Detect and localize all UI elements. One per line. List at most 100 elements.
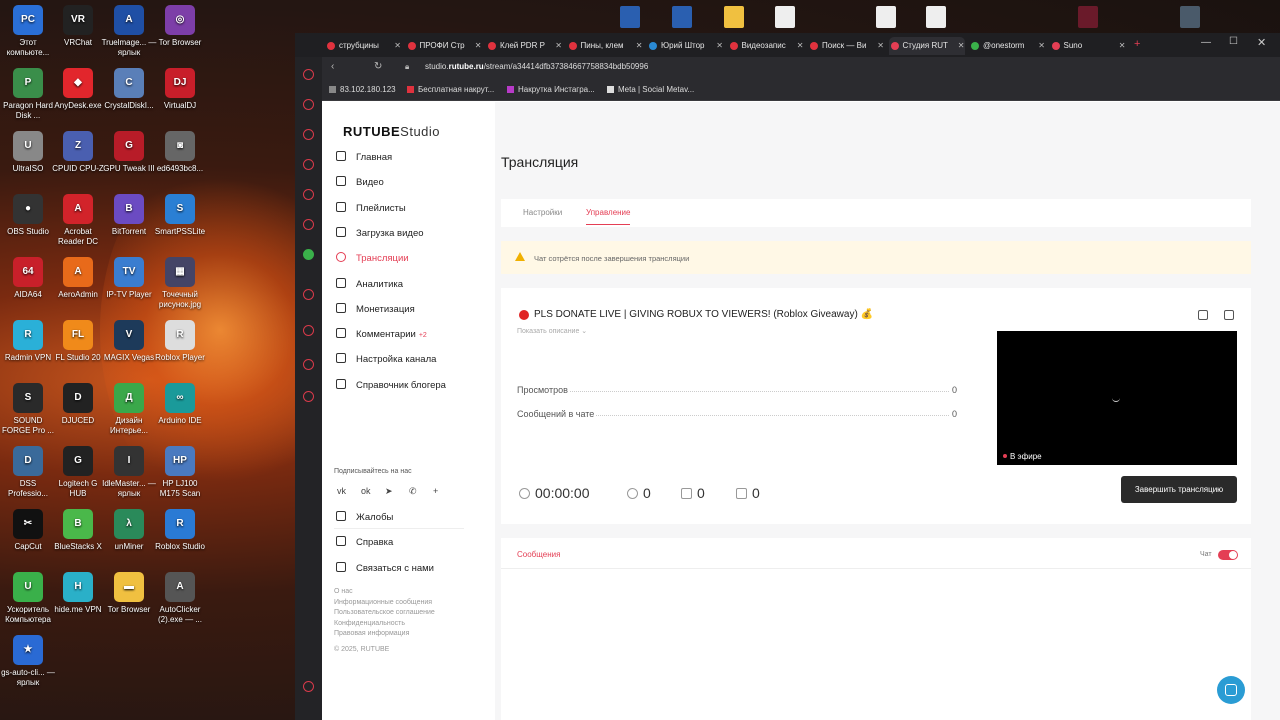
tab-control[interactable]: Управление xyxy=(586,208,631,225)
desktop-icon[interactable]: ◎ Tor Browser xyxy=(152,5,208,48)
desktop-icon[interactable]: ● OBS Studio xyxy=(0,194,56,237)
sidebar-item[interactable]: Загрузка видео xyxy=(336,225,424,243)
file-icon[interactable] xyxy=(876,6,896,28)
desktop-icon[interactable]: B BitTorrent xyxy=(101,194,157,237)
close-tab-icon[interactable]: ✕ xyxy=(394,37,401,55)
desktop-icon[interactable]: I IdleMaster... — ярлык xyxy=(101,446,157,499)
sidebar-bottom-item[interactable]: Жалобы xyxy=(336,509,393,527)
desktop-icon[interactable]: HP HP LJ100 M175 Scan xyxy=(152,446,208,499)
close-tab-icon[interactable]: ✕ xyxy=(636,37,643,55)
browser-tab[interactable]: Поиск — Ви ✕ xyxy=(808,37,884,55)
browser-tab[interactable]: Suno ✕ xyxy=(1050,37,1126,55)
desktop-icon[interactable]: A Acrobat Reader DC xyxy=(50,194,106,247)
desktop-icon[interactable]: ◙ ed6493bc8... xyxy=(152,131,208,174)
app-icon[interactable] xyxy=(1180,6,1200,28)
vk-icon[interactable]: vk xyxy=(337,486,346,496)
tab-settings[interactable]: Настройки xyxy=(523,208,562,217)
desktop-icon[interactable]: V MAGIX Vegas xyxy=(101,320,157,363)
sidebar-app-icon[interactable] xyxy=(303,219,314,230)
desktop-icon[interactable]: ∞ Arduino IDE xyxy=(152,383,208,426)
support-chat-button[interactable] xyxy=(1217,676,1245,704)
sidebar-app-icon[interactable] xyxy=(303,129,314,140)
url-field[interactable]: studio.rutube.ru/stream/a34414dfb3738466… xyxy=(425,62,648,71)
bookmark[interactable]: Meta | Social Metav... xyxy=(607,85,694,94)
close-tab-icon[interactable]: ✕ xyxy=(1038,37,1045,55)
telegram-icon[interactable]: ➤ xyxy=(385,486,393,497)
show-description-link[interactable]: Показать описание ⌄ xyxy=(517,327,587,335)
desktop-icon[interactable]: R Roblox Studio xyxy=(152,509,208,552)
desktop-icon[interactable]: A Truelmage... — ярлык xyxy=(101,5,157,58)
footer-link[interactable]: © 2025, RUTUBE xyxy=(334,645,435,656)
sidebar-item[interactable]: Главная xyxy=(336,149,392,167)
file-icon[interactable] xyxy=(775,6,795,28)
browser-tab[interactable]: струбцины ✕ xyxy=(325,37,401,55)
sidebar-app-icon[interactable] xyxy=(303,325,314,336)
browser-tab[interactable]: Пины, клем ✕ xyxy=(567,37,643,55)
desktop-icon[interactable]: ✂ CapCut xyxy=(0,509,56,552)
desktop-icon[interactable]: U Ускоритель Компьютера xyxy=(0,572,56,625)
desktop-icon[interactable]: VR VRChat xyxy=(50,5,106,48)
close-tab-icon[interactable]: ✕ xyxy=(877,37,884,55)
game-icon[interactable] xyxy=(1078,6,1098,28)
rutube-studio-logo[interactable]: RUTUBEStudio xyxy=(343,124,440,139)
browser-tab[interactable]: Юрий Штор ✕ xyxy=(647,37,723,55)
desktop-icon[interactable]: ◆ AnyDesk.exe xyxy=(50,68,106,111)
desktop-icon[interactable]: P Paragon Hard Disk ... xyxy=(0,68,56,121)
desktop-icon[interactable]: R Radmin VPN xyxy=(0,320,56,363)
desktop-icon[interactable]: D DSS Professio... xyxy=(0,446,56,499)
back-icon[interactable]: ‹ xyxy=(331,61,334,72)
desktop-icon[interactable]: PC Этот компьюте... xyxy=(0,5,56,58)
minimize-icon[interactable]: — xyxy=(1201,37,1211,48)
sidebar-item[interactable]: Монетизация xyxy=(336,301,415,319)
sidebar-app-icon[interactable] xyxy=(303,289,314,300)
file-icon[interactable] xyxy=(926,6,946,28)
bookmark[interactable]: 83.102.180.123 xyxy=(329,85,396,94)
browser-tab[interactable]: Видеозапис ✕ xyxy=(728,37,804,55)
desktop-icon[interactable]: ▦ Точечный рисунок.jpg xyxy=(152,257,208,310)
open-external-icon[interactable] xyxy=(1224,310,1234,320)
sidebar-item[interactable]: Плейлисты xyxy=(336,200,406,218)
desktop-icon[interactable]: ★ gs-auto-cli... — ярлык xyxy=(0,635,56,688)
footer-link[interactable]: Конфиденциальность xyxy=(334,619,435,630)
ok-icon[interactable]: ok xyxy=(361,486,371,496)
maximize-icon[interactable]: ☐ xyxy=(1229,36,1238,47)
sidebar-item[interactable]: Настройка канала xyxy=(336,351,436,369)
reload-icon[interactable]: ↻ xyxy=(374,61,382,72)
desktop-icon[interactable]: FL FL Studio 20 xyxy=(50,320,106,363)
more-icon[interactable]: + xyxy=(433,486,438,496)
new-tab-icon[interactable]: + xyxy=(1134,38,1140,50)
browser-tab[interactable]: Клей PDR Р ✕ xyxy=(486,37,562,55)
close-window-icon[interactable]: ✕ xyxy=(1257,36,1266,49)
desktop-icon[interactable]: A AutoClicker (2).exe — ... xyxy=(152,572,208,625)
desktop-icon[interactable]: Д Дизайн Интерье... xyxy=(101,383,157,436)
messages-tab[interactable]: Сообщения xyxy=(517,550,560,559)
desktop-icon[interactable]: S SOUND FORGE Pro ... xyxy=(0,383,56,436)
desktop-icon[interactable]: DJ VirtualDJ xyxy=(152,68,208,111)
sidebar-bottom-item[interactable]: Связаться с нами xyxy=(336,560,434,578)
sidebar-app-icon[interactable] xyxy=(303,391,314,402)
desktop-icon[interactable]: λ unMiner xyxy=(101,509,157,552)
desktop-icon[interactable]: S SmartPSSLite xyxy=(152,194,208,237)
close-tab-icon[interactable]: ✕ xyxy=(475,37,482,55)
sidebar-item[interactable]: Справочник блогера xyxy=(336,377,446,395)
viber-icon[interactable]: ✆ xyxy=(409,486,417,497)
footer-link[interactable]: Правовая информация xyxy=(334,629,435,640)
desktop-icon[interactable]: Hhide.me VPN xyxy=(50,572,106,615)
desktop-icon[interactable]: R Roblox Player xyxy=(152,320,208,363)
close-tab-icon[interactable]: ✕ xyxy=(797,37,804,55)
close-tab-icon[interactable]: ✕ xyxy=(958,37,965,55)
sidebar-app-icon[interactable] xyxy=(303,99,314,110)
footer-link[interactable]: Информационные сообщения xyxy=(334,598,435,609)
bookmark[interactable]: Накрутка Инстагра... xyxy=(507,85,595,94)
word-doc-icon[interactable] xyxy=(672,6,692,28)
footer-link[interactable]: О нас xyxy=(334,587,435,598)
desktop-icon[interactable]: Z CPUID CPU-Z xyxy=(50,131,106,174)
footer-link[interactable]: Пользовательское соглашение xyxy=(334,608,435,619)
chat-toggle[interactable] xyxy=(1218,550,1238,560)
browser-tab[interactable]: @onestorm ✕ xyxy=(969,37,1045,55)
close-tab-icon[interactable]: ✕ xyxy=(555,37,562,55)
browser-tab[interactable]: ПРОФИ Стр ✕ xyxy=(406,37,482,55)
desktop-icon[interactable]: G GPU Tweak III xyxy=(101,131,157,174)
close-tab-icon[interactable]: ✕ xyxy=(1119,37,1126,55)
browser-tab[interactable]: Студия RUT ✕ xyxy=(888,37,965,55)
